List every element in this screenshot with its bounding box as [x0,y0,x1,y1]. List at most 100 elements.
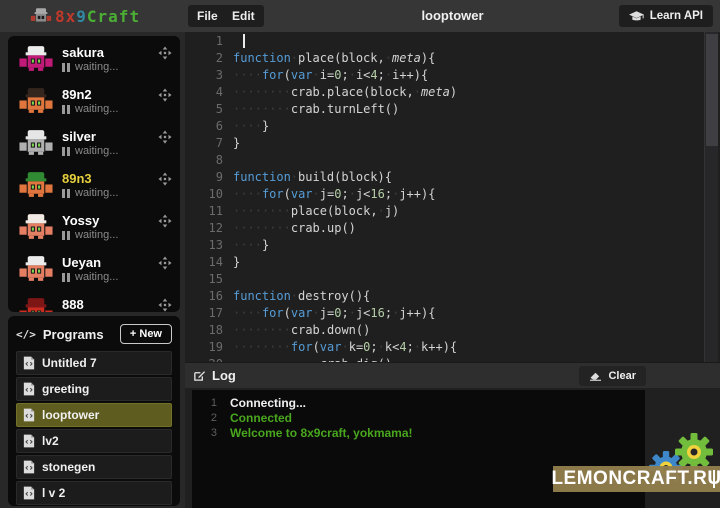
locate-player-button[interactable] [158,172,172,189]
program-item[interactable]: lv2 [16,429,172,453]
log-line-number: 3 [192,426,230,441]
code-text: ········place(block,·j) [233,203,399,220]
line-number: 13 [185,237,233,254]
line-number: 7 [185,135,233,152]
code-text: ········crab.place(block,·meta) [233,84,457,101]
move-crosshair-icon [158,88,172,102]
program-file-icon [23,434,35,448]
code-line: 5 ········crab.turnLeft() [185,101,702,118]
log-text: Welcome to 8x9craft, yokmama! [230,426,413,441]
code-text: function·place(block,·meta){ [233,50,435,67]
locate-player-button[interactable] [158,130,172,147]
programs-header: </> Programs + New [16,323,172,345]
line-number: 11 [185,203,233,220]
code-line: 9 function·build(block){ [185,169,702,186]
log-line-number: 1 [192,396,230,411]
new-program-button[interactable]: + New [120,324,172,344]
clear-label: Clear [608,370,636,382]
code-editor[interactable]: 1 2 function·place(block,·meta){ 3 ····f… [185,32,720,362]
locate-player-button[interactable] [158,298,172,312]
player-name: Yossy [62,213,154,228]
program-item[interactable]: Untitled 7 [16,351,172,375]
pause-icon [62,105,70,114]
code-text: function·build(block){ [233,169,392,186]
log-line-number: 2 [192,411,230,426]
player-info: sakura waiting... [62,45,154,73]
top-bar: 8x9Craft File Edit looptower Learn API [0,0,720,32]
line-number: 10 [185,186,233,203]
player-row[interactable]: Ueyan waiting... [8,248,180,290]
code-text: ····} [233,237,269,254]
program-file-icon [23,408,35,422]
code-line: 10 ····for(var·j=0;·j<16;·j++){ [185,186,702,203]
player-row[interactable]: 89n2 waiting... [8,80,180,122]
player-status: waiting... [62,61,154,73]
code-text: } [233,135,240,152]
code-line: 13 ····} [185,237,702,254]
player-list: sakura waiting... 89n2 [8,36,180,312]
player-name: silver [62,129,154,144]
code-line: 2 function·place(block,·meta){ [185,50,702,67]
code-line: 18 ········crab.down() [185,322,702,339]
locate-player-button[interactable] [158,214,172,231]
player-status-text: waiting... [75,271,118,283]
code-line: 1 [185,33,702,50]
player-name: 888 [62,297,154,312]
move-crosshair-icon [158,130,172,144]
player-row[interactable]: silver waiting... [8,122,180,164]
player-status-text: waiting... [75,103,118,115]
line-number: 15 [185,271,233,288]
player-row[interactable]: 89n3 waiting... [8,164,180,206]
line-number: 12 [185,220,233,237]
clear-log-button[interactable]: Clear [579,366,646,386]
line-number: 17 [185,305,233,322]
player-status: waiting... [62,145,154,157]
code-text: ········crab.down() [233,322,370,339]
crab-avatar-icon [18,170,54,201]
move-crosshair-icon [158,256,172,270]
line-number: 18 [185,322,233,339]
player-row[interactable]: 888 waiting... [8,290,180,312]
program-name: Untitled 7 [42,356,97,370]
programs-title: Programs [43,327,120,342]
code-text: ····} [233,118,269,135]
locate-player-button[interactable] [158,46,172,63]
player-name: sakura [62,45,154,60]
player-status-text: waiting... [75,61,118,73]
program-item[interactable]: stonegen [16,455,172,479]
line-number: 14 [185,254,233,271]
locate-player-button[interactable] [158,88,172,105]
line-number: 19 [185,339,233,356]
code-lines: 1 2 function·place(block,·meta){ 3 ····f… [185,33,702,362]
learn-api-label: Learn API [650,10,703,22]
watermark-bar: LEMONCRAFT.RU [553,466,720,492]
player-info: Ueyan waiting... [62,255,154,283]
log-edit-icon [193,369,206,382]
player-status-text: waiting... [75,229,118,241]
learn-api-button[interactable]: Learn API [619,5,713,27]
program-name: lv2 [42,434,59,448]
code-text: ········crab.up() [233,220,356,237]
scrollbar-thumb[interactable] [706,34,718,146]
move-crosshair-icon [158,298,172,312]
player-status: waiting... [62,103,154,115]
code-text: ····for(var·i=0;·i<4;·i++){ [233,67,428,84]
player-row[interactable]: Yossy waiting... [8,206,180,248]
programs-panel: </> Programs + New Untitled 7 greeting l… [8,316,180,506]
program-item[interactable]: greeting [16,377,172,401]
player-info: Yossy waiting... [62,213,154,241]
line-number: 2 [185,50,233,67]
locate-player-button[interactable] [158,256,172,273]
watermark-caret [713,470,715,488]
program-item[interactable]: looptower [16,403,172,427]
editor-scrollbar[interactable] [704,32,718,362]
move-crosshair-icon [158,46,172,60]
player-info: 89n2 waiting... [62,87,154,115]
log-title: Log [212,368,236,383]
code-line: 7 } [185,135,702,152]
program-item[interactable]: l v 2 [16,481,172,505]
graduation-cap-icon [629,11,644,22]
player-row[interactable]: sakura waiting... [8,38,180,80]
program-file-icon [23,356,35,370]
code-line: 16 function·destroy(){ [185,288,702,305]
